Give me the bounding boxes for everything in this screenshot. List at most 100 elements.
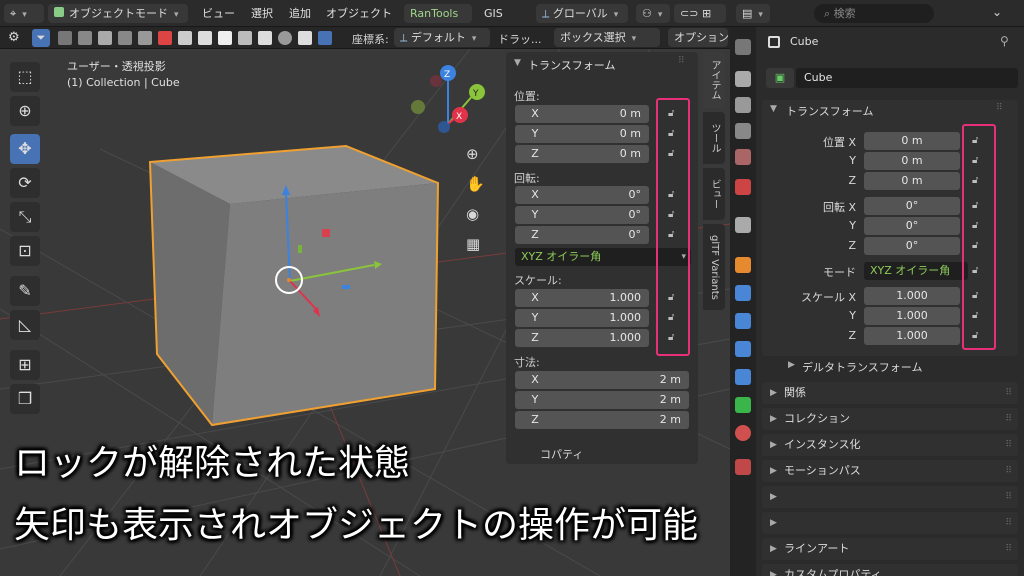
menu-select[interactable]: 選択 [251,5,273,22]
menu-view[interactable]: ビュー [202,5,235,22]
mode-dropdown[interactable]: オブジェクトモード ▾ [48,4,188,23]
pivot-dropdown[interactable]: ⚇ ▾ [636,4,670,23]
npanel-location-z[interactable]: Z 0 m [515,145,649,163]
zoom-icon[interactable]: ⊕ [466,145,479,163]
npanel-location-x[interactable]: X 0 m [515,105,649,123]
npanel-dimension-x[interactable]: X 2 m [515,371,689,389]
tab-view[interactable]: ビュー [703,168,725,220]
select-mode-dropdown[interactable]: ボックス選択 ▾ [554,28,660,47]
overlay-icon[interactable] [218,31,232,45]
filter-icon[interactable]: ⏷ [32,29,50,47]
location-x-field[interactable]: 0 m [864,132,960,150]
cursor-tool[interactable]: ⊕ [10,96,40,126]
navigation-gizmo[interactable]: Z Y X [411,65,485,133]
coord-system-dropdown[interactable]: ⟂ デフォルト ▾ [394,28,490,47]
section-custom-properties[interactable]: ▶ カスタムプロパティ [762,564,1018,576]
annotate-tool[interactable]: ✎ [10,276,40,306]
camera-icon[interactable] [78,31,92,45]
section-line-art[interactable]: ▶ ラインアート ⠿ [762,538,1018,560]
measure-tool[interactable]: ◺ [10,310,40,340]
output-icon[interactable] [735,97,751,113]
collection-icon[interactable] [735,217,751,233]
npanel-rotation-z[interactable]: Z 0° [515,226,649,244]
rotation-y-field[interactable]: 0° [864,217,960,235]
rotation-mode-dropdown[interactable]: XYZ オイラー角 [864,262,968,280]
transform-title[interactable]: トランスフォーム [786,103,873,119]
render-icon[interactable] [735,71,751,87]
npanel-rotation-x[interactable]: X 0° [515,186,649,204]
options-dropdown[interactable]: オプション [668,28,729,47]
grip-icon[interactable]: ⠿ [996,103,1003,113]
list-icon[interactable] [58,31,72,45]
object-type-dropdown[interactable]: ▣ [766,68,794,88]
npanel-transform-title[interactable]: トランスフォーム [528,57,615,73]
filter-icon[interactable]: ⌄ [992,5,1002,19]
material-icon[interactable] [735,425,751,441]
gis-menu[interactable]: GIS [484,5,503,22]
solid-shading-icon[interactable] [278,31,292,45]
record-icon[interactable] [158,31,172,45]
physics-icon[interactable] [735,341,751,357]
xray-icon[interactable] [238,31,252,45]
texture-icon[interactable] [735,459,751,475]
light-icon[interactable] [98,31,112,45]
menu-object[interactable]: オブジェクト [326,5,392,22]
grid-view-icon[interactable]: ▦ [466,235,480,253]
move-tool[interactable]: ✥ [10,134,40,164]
section-visibility[interactable]: ▶ ⠿ [762,486,1018,508]
tab-item[interactable]: アイテム [703,52,725,108]
pin-icon[interactable]: ⚲ [1000,34,1009,48]
npanel-scale-z[interactable]: Z 1.000 [515,329,649,347]
section-relations[interactable]: ▶ 関係 ⠿ [762,382,1018,404]
transform-orientation-dropdown[interactable]: ⟂ グローバル ▾ [536,4,628,23]
location-y-field[interactable]: 0 m [864,152,960,170]
gear-icon[interactable]: ⚙ [8,30,20,45]
sun-icon[interactable] [118,31,132,45]
material-shading-icon[interactable] [298,31,312,45]
section-viewport-display[interactable]: ▶ ⠿ [762,512,1018,534]
scene-icon[interactable] [735,149,751,165]
scale-z-field[interactable]: 1.000 [864,327,960,345]
scale-tool[interactable]: ⤡ [10,202,40,232]
npanel-scale-x[interactable]: X 1.000 [515,289,649,307]
delta-transform-section[interactable]: デルタトランスフォーム [802,359,922,375]
menu-add[interactable]: 追加 [289,5,311,22]
tool-settings-icon[interactable] [735,39,751,55]
section-motion-paths[interactable]: ▶ モーションパス ⠿ [762,460,1018,482]
tool-icon[interactable] [138,31,152,45]
select-box-tool[interactable]: ⬚ [10,62,40,92]
object-name-field[interactable]: Cube [796,68,1018,88]
wireframe-shading-icon[interactable] [258,31,272,45]
section-collections[interactable]: ▶ コレクション ⠿ [762,408,1018,430]
extra-tool[interactable]: ❒ [10,384,40,414]
chevron-down-icon[interactable]: ▼ [514,58,521,68]
tab-gltf-variants[interactable]: glTF Variants [703,224,725,310]
editor-type-dropdown[interactable]: ⌖ ▾ [4,4,44,23]
grip-icon[interactable]: ⠿ [678,56,685,66]
scale-x-field[interactable]: 1.000 [864,287,960,305]
world-icon[interactable] [735,179,751,195]
npanel-properties-section[interactable]: コパティ [540,446,583,462]
chevron-down-icon[interactable]: ▼ [770,104,777,114]
render-shading-icon[interactable] [318,31,332,45]
rotation-z-field[interactable]: 0° [864,237,960,255]
view-layer-icon[interactable] [735,123,751,139]
npanel-scale-y[interactable]: Y 1.000 [515,309,649,327]
object-icon[interactable] [735,257,751,273]
camera-view-icon[interactable]: ◉ [466,205,479,223]
location-z-field[interactable]: 0 m [864,172,960,190]
npanel-rotation-y[interactable]: Y 0° [515,206,649,224]
section-instancing[interactable]: ▶ インスタンス化 ⠿ [762,434,1018,456]
tab-tool[interactable]: ツール [703,112,725,164]
transform-tool[interactable]: ⊡ [10,236,40,266]
scale-y-field[interactable]: 1.000 [864,307,960,325]
rantools-button[interactable]: RanTools [404,4,472,23]
rotation-x-field[interactable]: 0° [864,197,960,215]
npanel-location-y[interactable]: Y 0 m [515,125,649,143]
search-input[interactable]: ⌕ 検索 [814,4,934,23]
npanel-dimension-z[interactable]: Z 2 m [515,411,689,429]
modifier-icon[interactable] [735,285,751,301]
snap-toggle[interactable]: ⊂⊃ ⊞ [674,4,726,23]
particles-icon[interactable] [735,313,751,329]
rotate-tool[interactable]: ⟳ [10,168,40,198]
